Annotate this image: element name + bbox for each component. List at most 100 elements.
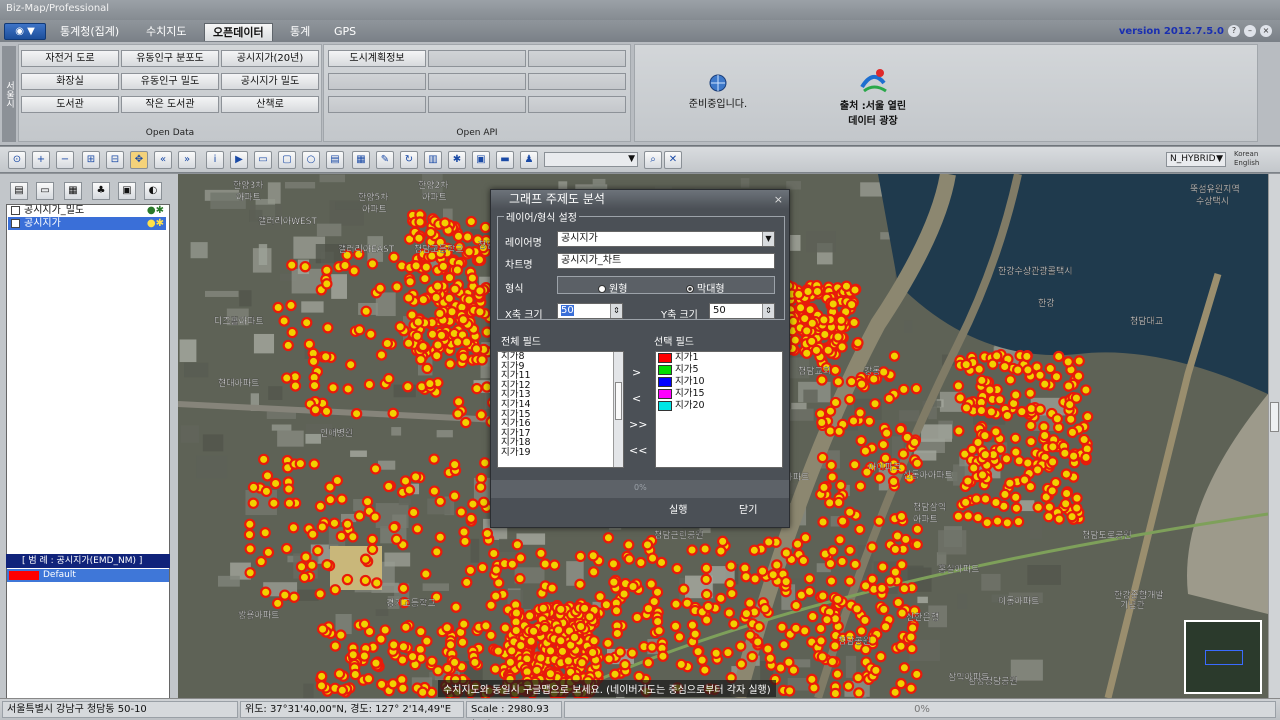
- map-type-select[interactable]: N_HYBRID ▼: [1166, 152, 1226, 167]
- properties-icon[interactable]: ▣: [118, 182, 136, 200]
- full-extent-icon[interactable]: ⊙: [8, 151, 26, 169]
- city-planning-button[interactable]: 도시계획정보: [328, 50, 426, 67]
- tab-digital-map[interactable]: 수치지도: [138, 23, 194, 41]
- app-menu-button[interactable]: ◉ ▼: [4, 23, 46, 40]
- list-item[interactable]: 지가5: [657, 364, 782, 376]
- layer-checkbox[interactable]: [11, 206, 20, 215]
- pin-icon[interactable]: ✱: [448, 151, 466, 169]
- refresh-icon[interactable]: ↻: [400, 151, 418, 169]
- chart-name-field[interactable]: 공시지가_차트: [557, 253, 775, 269]
- minimize-icon[interactable]: –: [1244, 25, 1256, 37]
- scrollbar-thumb[interactable]: [615, 382, 622, 420]
- prev-extent-icon[interactable]: «: [154, 151, 172, 169]
- style-icon[interactable]: ♣: [92, 182, 110, 200]
- close-icon[interactable]: ×: [1260, 25, 1272, 37]
- select-icon[interactable]: ▶: [230, 151, 248, 169]
- zoom-out-icon[interactable]: −: [56, 151, 74, 169]
- land-price-point: [308, 379, 321, 392]
- measure-icon[interactable]: ▭: [254, 151, 272, 169]
- walking-trail-button[interactable]: 산책로: [221, 96, 319, 113]
- zoom-in-icon[interactable]: +: [32, 151, 50, 169]
- ribbon: 서울시 자전거 도로 유동인구 분포도 공시지가(20년) 화장실 유동인구 밀…: [0, 42, 1280, 146]
- preparing-button[interactable]: 준비중입니다.: [675, 73, 761, 110]
- person-icon[interactable]: ♟: [520, 151, 538, 169]
- type-bar-radio[interactable]: 막대형: [686, 280, 725, 295]
- toilet-button[interactable]: 화장실: [21, 73, 119, 90]
- remove-layer-icon[interactable]: ◐: [144, 182, 162, 200]
- layer-icon[interactable]: ▦: [352, 151, 370, 169]
- globe-icon: [709, 74, 727, 92]
- circle-select-icon[interactable]: ○: [302, 151, 320, 169]
- map-scrollbar[interactable]: [1268, 174, 1280, 698]
- layer-item[interactable]: 공시지가 ●✱: [8, 217, 166, 230]
- next-extent-icon[interactable]: »: [178, 151, 196, 169]
- layer-name-select[interactable]: 공시지가 ▼: [557, 231, 775, 247]
- language-switch[interactable]: Korean English: [1234, 150, 1259, 168]
- open-layer-icon[interactable]: ▭: [36, 182, 54, 200]
- building-block: [271, 424, 292, 431]
- close-icon[interactable]: ×: [774, 190, 783, 209]
- spin-icon[interactable]: ⇕: [610, 304, 622, 318]
- tab-open-data[interactable]: 오픈데이터: [204, 23, 273, 41]
- run-button[interactable]: 실행: [669, 501, 687, 516]
- overview-extent-frame[interactable]: [1205, 650, 1243, 665]
- zoom-box-out-icon[interactable]: ⊟: [106, 151, 124, 169]
- map-label: 한강중합개발: [1114, 590, 1164, 601]
- list-item[interactable]: 지가19: [501, 448, 623, 458]
- overview-map[interactable]: [1184, 620, 1262, 694]
- save-icon[interactable]: ▣: [472, 151, 490, 169]
- x-size-stepper[interactable]: 50 ⇕: [557, 303, 623, 319]
- help-icon[interactable]: ?: [1228, 25, 1240, 37]
- legend-item[interactable]: Default: [7, 569, 169, 582]
- seoul-open-data-logo[interactable]: 출처 :서울 열린 데이터 광장: [825, 65, 921, 127]
- land-price-point: [314, 588, 326, 600]
- land-price-point: [797, 554, 810, 567]
- map-label: 강동: [864, 366, 881, 377]
- land-price-density-button[interactable]: 공시지가 밀도: [221, 73, 319, 90]
- bike-road-button[interactable]: 자전거 도로: [21, 50, 119, 67]
- list-scrollbar[interactable]: [613, 352, 623, 467]
- small-library-button[interactable]: 작은 도서관: [121, 96, 219, 113]
- selected-fields-list[interactable]: 지가1 지가5 지가10 지가15 지가20: [655, 351, 783, 468]
- land-price-point: [594, 590, 606, 603]
- layer-item[interactable]: 공시지가_밀도 ●✱: [8, 204, 166, 217]
- remove-field-button[interactable]: <: [632, 392, 641, 405]
- pan-icon[interactable]: ✥: [130, 151, 148, 169]
- dialog-title-bar[interactable]: 그래프 주제도 분석 ×: [491, 190, 789, 209]
- list-item[interactable]: 지가10: [657, 376, 782, 388]
- remove-all-fields-button[interactable]: <<: [629, 444, 647, 457]
- tab-gps[interactable]: GPS: [326, 23, 364, 41]
- identify-icon[interactable]: i: [206, 151, 224, 169]
- search-clear-icon[interactable]: ✕: [664, 151, 682, 169]
- list-item[interactable]: 지가1: [657, 352, 782, 364]
- layer-name-label: 레이어명: [505, 238, 542, 249]
- floating-pop-dist-button[interactable]: 유동인구 분포도: [121, 50, 219, 67]
- status-scale: Scale : 2980.93 (16): [466, 701, 562, 720]
- search-dropdown[interactable]: ▼: [544, 152, 638, 167]
- tab-stats-office[interactable]: 통계청(집계): [52, 23, 127, 41]
- zoom-box-in-icon[interactable]: ⊞: [82, 151, 100, 169]
- library-button[interactable]: 도서관: [21, 96, 119, 113]
- spin-icon[interactable]: ⇕: [762, 304, 774, 318]
- layer-checkbox[interactable]: [11, 219, 20, 228]
- close-button[interactable]: 닫기: [739, 501, 757, 516]
- add-all-fields-button[interactable]: >>: [629, 418, 647, 431]
- add-layer-icon[interactable]: ▤: [10, 182, 28, 200]
- edit-icon[interactable]: ✎: [376, 151, 394, 169]
- area-icon[interactable]: ▢: [278, 151, 296, 169]
- all-fields-list[interactable]: 지가8 지가9 지가11 지가12 지가13 지가14 지가15 지가16 지가17 지가18 지가…: [497, 351, 624, 468]
- floating-pop-density-button[interactable]: 유동인구 밀도: [121, 73, 219, 90]
- type-pie-radio[interactable]: 원형: [598, 280, 627, 295]
- theme-icon[interactable]: ▦: [64, 182, 82, 200]
- add-field-button[interactable]: >: [632, 366, 641, 379]
- list-item[interactable]: 지가20: [657, 400, 782, 412]
- list-item[interactable]: 지가15: [657, 388, 782, 400]
- chart-icon[interactable]: ▥: [424, 151, 442, 169]
- y-size-stepper[interactable]: 50 ⇕: [709, 303, 775, 319]
- print-icon[interactable]: ▬: [496, 151, 514, 169]
- land-price-20y-button[interactable]: 공시지가(20년): [221, 50, 319, 67]
- folder-icon[interactable]: ▤: [326, 151, 344, 169]
- tab-statistics[interactable]: 통계: [282, 23, 318, 41]
- search-go-icon[interactable]: ⌕: [644, 151, 662, 169]
- scrollbar-thumb[interactable]: [1270, 402, 1279, 432]
